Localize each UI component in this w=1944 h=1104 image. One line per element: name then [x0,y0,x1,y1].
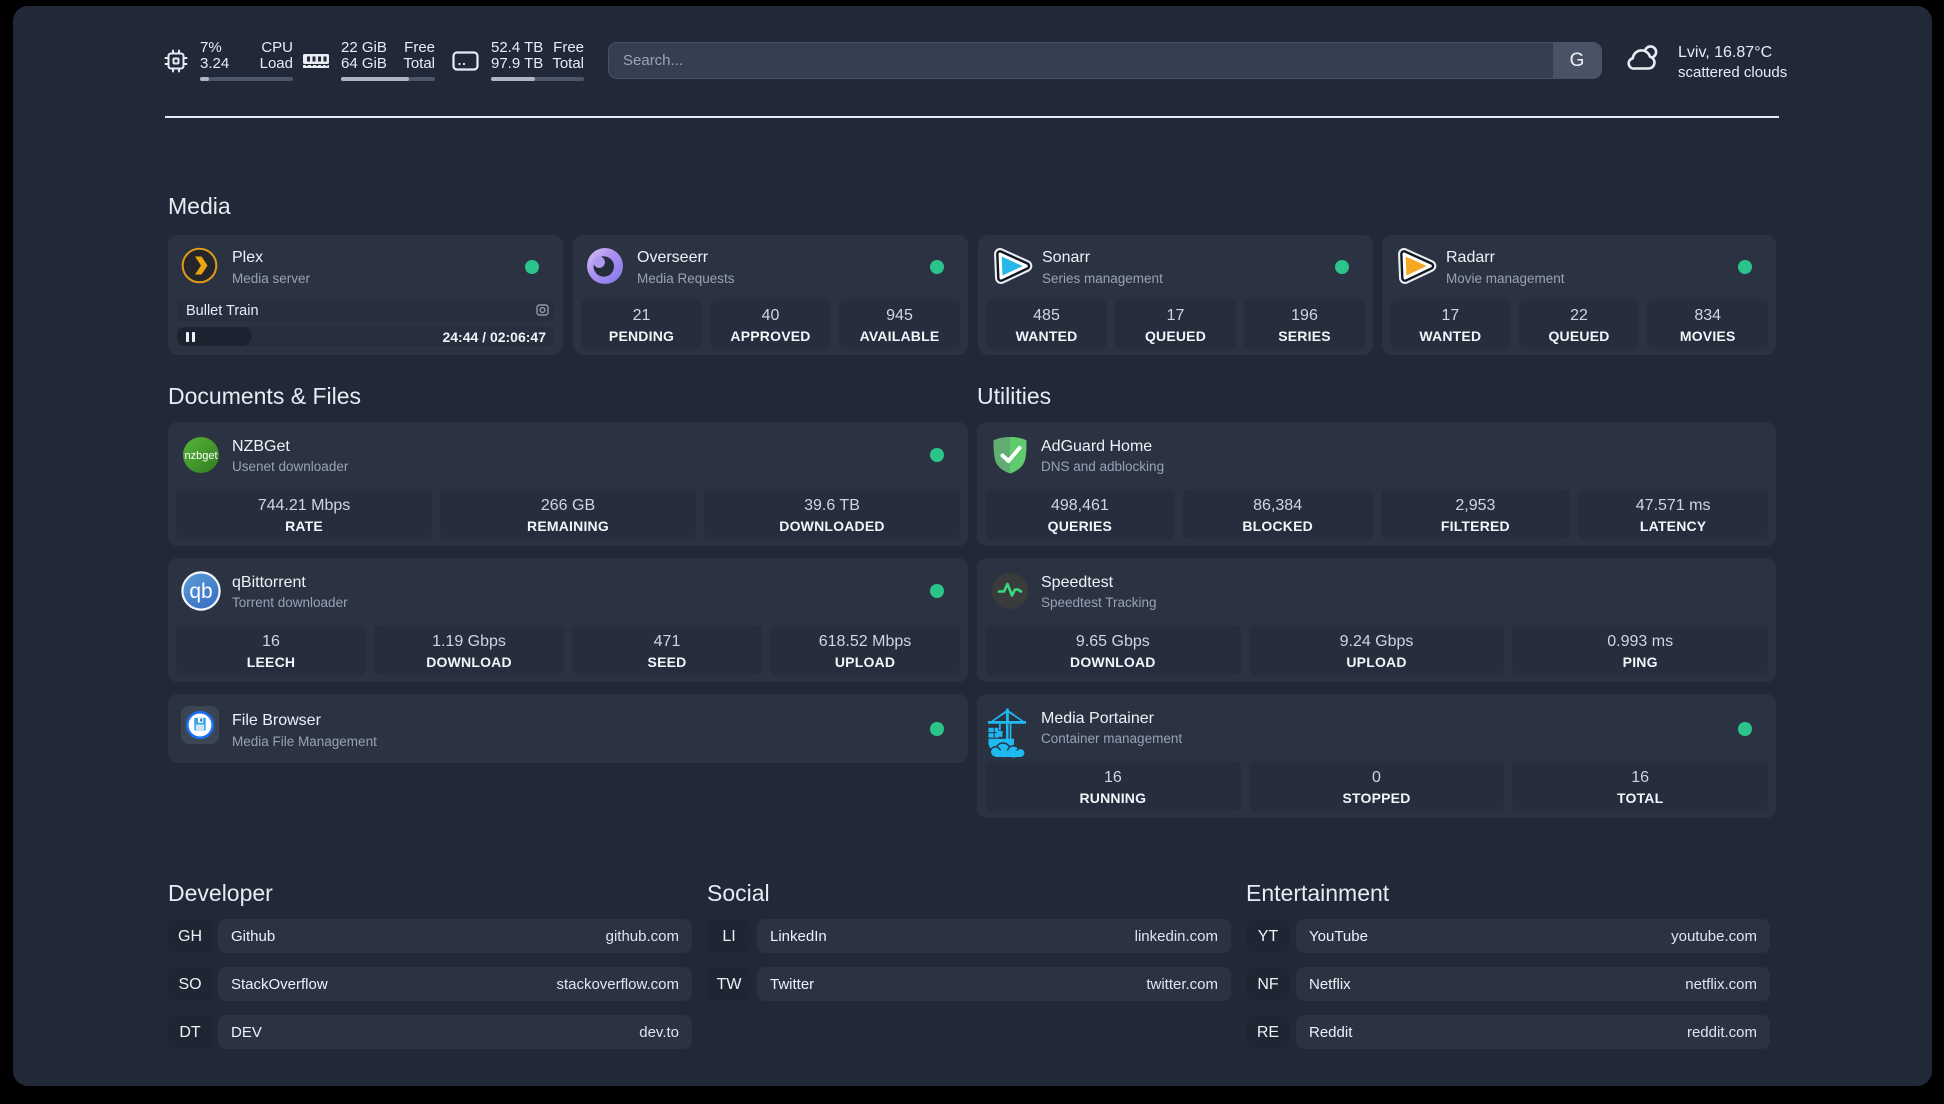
svg-text:qb: qb [189,580,212,603]
svg-text:nzbget: nzbget [184,450,217,462]
